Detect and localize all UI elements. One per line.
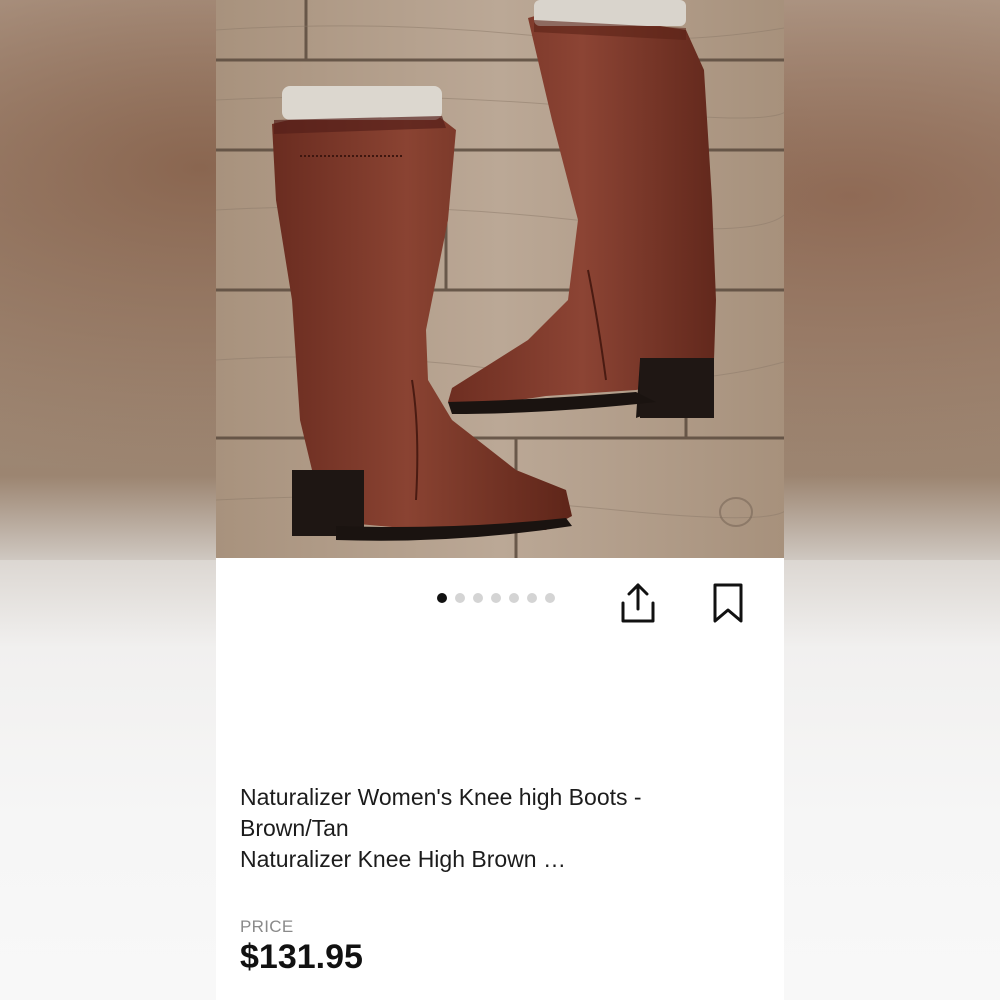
product-image[interactable] (216, 0, 784, 558)
product-title[interactable]: Naturalizer Women's Knee high Boots - Br… (240, 782, 760, 875)
share-button[interactable] (616, 579, 660, 627)
carousel-dot[interactable] (455, 593, 465, 603)
product-title-line-1: Naturalizer Women's Knee high Boots - (240, 784, 642, 810)
carousel-dot[interactable] (509, 593, 519, 603)
price-value: $131.95 (240, 938, 363, 976)
carousel-dot-active[interactable] (437, 593, 447, 603)
product-title-line-3: Naturalizer Knee High Brown … (240, 846, 566, 872)
product-title-line-2: Brown/Tan (240, 815, 349, 841)
carousel-dot[interactable] (491, 593, 501, 603)
carousel-indicator[interactable] (437, 593, 555, 603)
bookmark-button[interactable] (706, 579, 750, 627)
share-icon (621, 583, 655, 623)
bookmark-icon (713, 583, 743, 623)
carousel-dot[interactable] (473, 593, 483, 603)
carousel-dot[interactable] (545, 593, 555, 603)
boots-photo-illustration (216, 0, 784, 558)
product-screen: Naturalizer Women's Knee high Boots - Br… (216, 0, 784, 1000)
carousel-dot[interactable] (527, 593, 537, 603)
price-label: PRICE (240, 917, 294, 936)
screenshot-stage: Naturalizer Women's Knee high Boots - Br… (0, 0, 1000, 1000)
